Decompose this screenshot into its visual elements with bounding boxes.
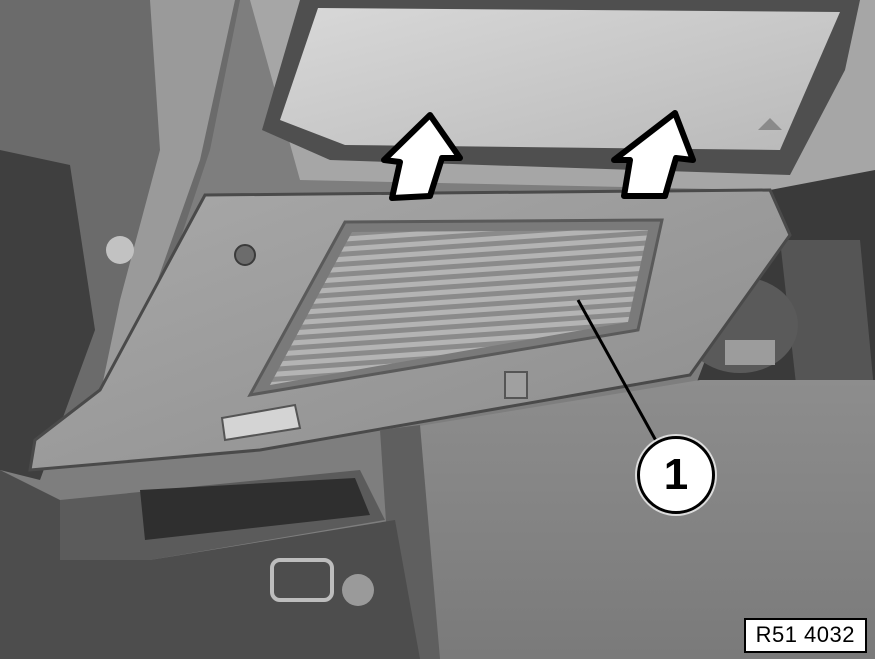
callout-1: 1 [637, 436, 715, 514]
panel-screw [234, 244, 256, 266]
panel-clip [504, 371, 528, 399]
trunk-side-trim-photo [0, 0, 875, 659]
rear-side-window [280, 8, 840, 150]
illustration: 1 R51 4032 [0, 0, 875, 659]
floor-plug [342, 574, 374, 606]
strap-fastener [725, 340, 775, 365]
figure-reference: R51 4032 [743, 618, 867, 653]
callout-1-number: 1 [663, 450, 689, 499]
pillar-clip [106, 236, 134, 264]
